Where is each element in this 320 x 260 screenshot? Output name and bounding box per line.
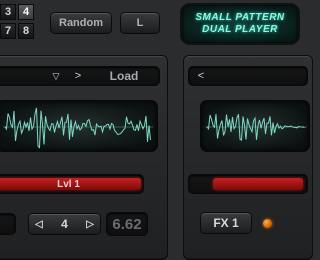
pattern-grid: 3 4 7 8 <box>0 4 36 42</box>
left-waveform-display <box>0 100 158 152</box>
chevron-left-icon: < <box>197 70 205 82</box>
random-button[interactable]: Random <box>50 12 112 34</box>
readout-value: 6.62 <box>106 212 148 236</box>
step-right-icon[interactable]: ▷ <box>86 219 94 230</box>
pattern-button-4[interactable]: 4 <box>18 4 34 20</box>
left-prev-pattern-button[interactable]: ▽ <box>50 68 62 84</box>
title-line-2: DUAL PLAYER <box>202 24 278 35</box>
pattern-button-7[interactable]: 7 <box>0 23 16 39</box>
step-stepper: ◁ 4 ▷ <box>28 213 101 235</box>
pattern-button-3[interactable]: 3 <box>0 4 16 20</box>
right-waveform-display <box>200 100 310 152</box>
pattern-button-8[interactable]: 8 <box>18 23 34 39</box>
fx-button[interactable]: FX 1 <box>200 212 252 234</box>
led-indicator <box>263 219 272 228</box>
chevron-right-icon: > <box>74 70 82 82</box>
right-level-bar[interactable] <box>213 178 303 190</box>
step-value: 4 <box>61 217 68 231</box>
left-waveform <box>3 107 153 149</box>
step-left-icon[interactable]: ◁ <box>35 219 43 230</box>
right-prev-pattern-button[interactable]: < <box>195 68 207 84</box>
title-line-1: SMALL PATTERN <box>195 12 285 23</box>
left-next-pattern-button[interactable]: > <box>72 68 84 84</box>
left-footer-stub <box>0 213 16 235</box>
l-button[interactable]: L <box>120 12 160 34</box>
left-level-bar[interactable]: Lvl 1 <box>0 178 141 190</box>
title-display: SMALL PATTERN DUAL PLAYER <box>180 3 300 45</box>
right-waveform <box>205 114 307 141</box>
left-load-button[interactable]: Load <box>102 67 146 85</box>
triangle-down-icon: ▽ <box>52 70 60 81</box>
